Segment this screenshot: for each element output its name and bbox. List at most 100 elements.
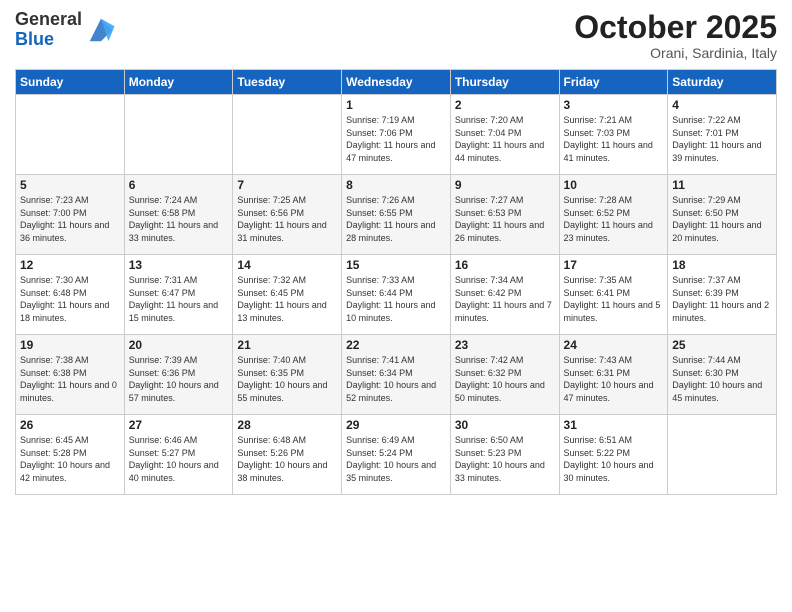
day-info: Sunrise: 6:49 AM Sunset: 5:24 PM Dayligh… bbox=[346, 434, 446, 484]
day-info: Sunrise: 6:50 AM Sunset: 5:23 PM Dayligh… bbox=[455, 434, 555, 484]
calendar-cell: 1Sunrise: 7:19 AM Sunset: 7:06 PM Daylig… bbox=[342, 95, 451, 175]
day-number: 30 bbox=[455, 418, 555, 432]
day-info: Sunrise: 7:26 AM Sunset: 6:55 PM Dayligh… bbox=[346, 194, 446, 244]
day-number: 18 bbox=[672, 258, 772, 272]
day-number: 25 bbox=[672, 338, 772, 352]
calendar-cell: 19 Sunrise: 7:38 AM Sunset: 6:38 PM Dayli… bbox=[16, 335, 125, 415]
day-info: Sunrise: 7:27 AM Sunset: 6:53 PM Dayligh… bbox=[455, 194, 555, 244]
day-number: 12 bbox=[20, 258, 120, 272]
day-info: Sunrise: 7:44 AM Sunset: 6:30 PM Dayligh… bbox=[672, 354, 772, 404]
day-info: Sunrise: 7:20 AM Sunset: 7:04 PM Dayligh… bbox=[455, 114, 555, 164]
day-number: 1 bbox=[346, 98, 446, 112]
logo-icon bbox=[86, 15, 116, 45]
calendar-cell: 13 Sunrise: 7:31 AM Sunset: 6:47 PM Dayli… bbox=[124, 255, 233, 335]
day-number: 24 bbox=[564, 338, 664, 352]
calendar-week-row-3: 19 Sunrise: 7:38 AM Sunset: 6:38 PM Dayli… bbox=[16, 335, 777, 415]
day-info: Sunrise: 7:24 AM Sunset: 6:58 PM Dayligh… bbox=[129, 194, 229, 244]
day-number: 16 bbox=[455, 258, 555, 272]
day-number: 9 bbox=[455, 178, 555, 192]
page: General Blue October 2025 Orani, Sardini… bbox=[0, 0, 792, 612]
day-number: 26 bbox=[20, 418, 120, 432]
day-number: 19 bbox=[20, 338, 120, 352]
day-info: Sunrise: 7:37 AM Sunset: 6:39 PM Dayligh… bbox=[672, 274, 772, 324]
calendar-cell: 25 Sunrise: 7:44 AM Sunset: 6:30 PM Dayli… bbox=[668, 335, 777, 415]
logo-blue: Blue bbox=[15, 29, 54, 49]
day-info: Sunrise: 7:29 AM Sunset: 6:50 PM Dayligh… bbox=[672, 194, 772, 244]
col-thursday: Thursday bbox=[450, 70, 559, 95]
calendar-cell: 20 Sunrise: 7:39 AM Sunset: 6:36 PM Dayli… bbox=[124, 335, 233, 415]
day-info: Sunrise: 7:38 AM Sunset: 6:38 PM Dayligh… bbox=[20, 354, 120, 404]
day-number: 7 bbox=[237, 178, 337, 192]
calendar-cell: 27Sunrise: 6:46 AM Sunset: 5:27 PM Dayli… bbox=[124, 415, 233, 495]
day-number: 8 bbox=[346, 178, 446, 192]
day-number: 13 bbox=[129, 258, 229, 272]
calendar-cell: 10 Sunrise: 7:28 AM Sunset: 6:52 PM Dayli… bbox=[559, 175, 668, 255]
day-number: 5 bbox=[20, 178, 120, 192]
day-info: Sunrise: 6:48 AM Sunset: 5:26 PM Dayligh… bbox=[237, 434, 337, 484]
calendar-cell: 7Sunrise: 7:25 AM Sunset: 6:56 PM Daylig… bbox=[233, 175, 342, 255]
day-info: Sunrise: 7:31 AM Sunset: 6:47 PM Dayligh… bbox=[129, 274, 229, 324]
col-tuesday: Tuesday bbox=[233, 70, 342, 95]
day-info: Sunrise: 7:33 AM Sunset: 6:44 PM Dayligh… bbox=[346, 274, 446, 324]
day-info: Sunrise: 7:43 AM Sunset: 6:31 PM Dayligh… bbox=[564, 354, 664, 404]
calendar-table: Sunday Monday Tuesday Wednesday Thursday… bbox=[15, 69, 777, 495]
day-info: Sunrise: 7:28 AM Sunset: 6:52 PM Dayligh… bbox=[564, 194, 664, 244]
calendar-cell: 30 Sunrise: 6:50 AM Sunset: 5:23 PM Dayli… bbox=[450, 415, 559, 495]
day-number: 2 bbox=[455, 98, 555, 112]
location: Orani, Sardinia, Italy bbox=[574, 45, 777, 61]
calendar-cell: 28 Sunrise: 6:48 AM Sunset: 5:26 PM Dayli… bbox=[233, 415, 342, 495]
col-monday: Monday bbox=[124, 70, 233, 95]
day-info: Sunrise: 7:22 AM Sunset: 7:01 PM Dayligh… bbox=[672, 114, 772, 164]
day-number: 28 bbox=[237, 418, 337, 432]
col-friday: Friday bbox=[559, 70, 668, 95]
calendar-week-row-2: 12 Sunrise: 7:30 AM Sunset: 6:48 PM Dayli… bbox=[16, 255, 777, 335]
day-info: Sunrise: 7:35 AM Sunset: 6:41 PM Dayligh… bbox=[564, 274, 664, 324]
calendar-cell bbox=[233, 95, 342, 175]
logo-text: General Blue bbox=[15, 10, 82, 50]
day-number: 21 bbox=[237, 338, 337, 352]
calendar-week-row-0: 1Sunrise: 7:19 AM Sunset: 7:06 PM Daylig… bbox=[16, 95, 777, 175]
calendar-cell: 8 Sunrise: 7:26 AM Sunset: 6:55 PM Daylig… bbox=[342, 175, 451, 255]
calendar-cell: 6 Sunrise: 7:24 AM Sunset: 6:58 PM Daylig… bbox=[124, 175, 233, 255]
calendar-cell bbox=[668, 415, 777, 495]
month-title: October 2025 bbox=[574, 10, 777, 45]
day-info: Sunrise: 7:42 AM Sunset: 6:32 PM Dayligh… bbox=[455, 354, 555, 404]
col-saturday: Saturday bbox=[668, 70, 777, 95]
col-wednesday: Wednesday bbox=[342, 70, 451, 95]
day-info: Sunrise: 6:45 AM Sunset: 5:28 PM Dayligh… bbox=[20, 434, 120, 484]
day-info: Sunrise: 6:51 AM Sunset: 5:22 PM Dayligh… bbox=[564, 434, 664, 484]
day-info: Sunrise: 7:21 AM Sunset: 7:03 PM Dayligh… bbox=[564, 114, 664, 164]
day-number: 14 bbox=[237, 258, 337, 272]
calendar-cell: 16Sunrise: 7:34 AM Sunset: 6:42 PM Dayli… bbox=[450, 255, 559, 335]
day-number: 17 bbox=[564, 258, 664, 272]
col-sunday: Sunday bbox=[16, 70, 125, 95]
day-number: 3 bbox=[564, 98, 664, 112]
header: General Blue October 2025 Orani, Sardini… bbox=[15, 10, 777, 61]
day-info: Sunrise: 7:39 AM Sunset: 6:36 PM Dayligh… bbox=[129, 354, 229, 404]
calendar-week-row-4: 26 Sunrise: 6:45 AM Sunset: 5:28 PM Dayli… bbox=[16, 415, 777, 495]
calendar-cell: 2 Sunrise: 7:20 AM Sunset: 7:04 PM Daylig… bbox=[450, 95, 559, 175]
calendar-cell: 11 Sunrise: 7:29 AM Sunset: 6:50 PM Dayli… bbox=[668, 175, 777, 255]
day-number: 27 bbox=[129, 418, 229, 432]
day-number: 10 bbox=[564, 178, 664, 192]
calendar-cell: 14Sunrise: 7:32 AM Sunset: 6:45 PM Dayli… bbox=[233, 255, 342, 335]
day-number: 11 bbox=[672, 178, 772, 192]
day-info: Sunrise: 7:41 AM Sunset: 6:34 PM Dayligh… bbox=[346, 354, 446, 404]
calendar-cell: 9 Sunrise: 7:27 AM Sunset: 6:53 PM Daylig… bbox=[450, 175, 559, 255]
day-info: Sunrise: 7:30 AM Sunset: 6:48 PM Dayligh… bbox=[20, 274, 120, 324]
title-block: October 2025 Orani, Sardinia, Italy bbox=[574, 10, 777, 61]
calendar-cell: 21Sunrise: 7:40 AM Sunset: 6:35 PM Dayli… bbox=[233, 335, 342, 415]
day-number: 4 bbox=[672, 98, 772, 112]
day-number: 23 bbox=[455, 338, 555, 352]
calendar-cell: 4 Sunrise: 7:22 AM Sunset: 7:01 PM Daylig… bbox=[668, 95, 777, 175]
calendar-header-row: Sunday Monday Tuesday Wednesday Thursday… bbox=[16, 70, 777, 95]
day-number: 6 bbox=[129, 178, 229, 192]
logo: General Blue bbox=[15, 10, 116, 50]
calendar-cell: 12 Sunrise: 7:30 AM Sunset: 6:48 PM Dayli… bbox=[16, 255, 125, 335]
calendar-cell: 18 Sunrise: 7:37 AM Sunset: 6:39 PM Dayli… bbox=[668, 255, 777, 335]
calendar-cell: 5 Sunrise: 7:23 AM Sunset: 7:00 PM Daylig… bbox=[16, 175, 125, 255]
day-info: Sunrise: 7:23 AM Sunset: 7:00 PM Dayligh… bbox=[20, 194, 120, 244]
calendar-cell: 17 Sunrise: 7:35 AM Sunset: 6:41 PM Dayli… bbox=[559, 255, 668, 335]
calendar-cell: 26 Sunrise: 6:45 AM Sunset: 5:28 PM Dayli… bbox=[16, 415, 125, 495]
day-number: 20 bbox=[129, 338, 229, 352]
